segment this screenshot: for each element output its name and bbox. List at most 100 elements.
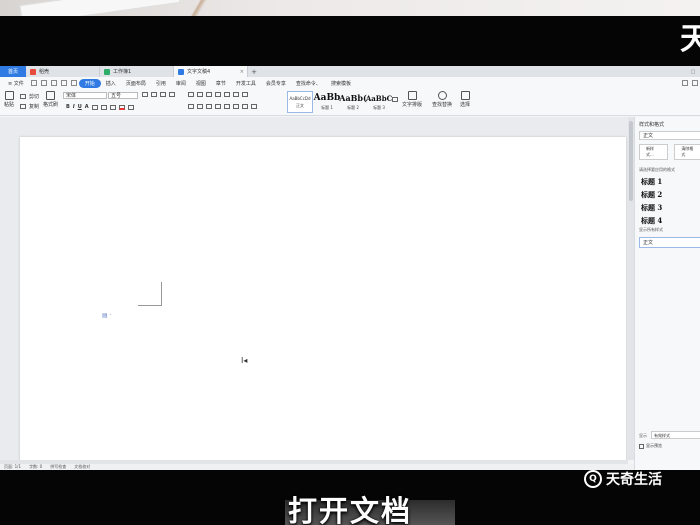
style-label: 标题 1 — [321, 105, 333, 110]
show-filter-select[interactable]: 有效样式 — [651, 431, 700, 439]
subscript-icon[interactable] — [100, 104, 107, 110]
copy-label: 复制 — [29, 104, 40, 110]
highlight-icon[interactable] — [109, 104, 116, 110]
tab-label: 文字文稿4 — [187, 69, 211, 75]
align-right-icon[interactable] — [206, 104, 212, 109]
font-size-select[interactable]: 五号 — [108, 92, 138, 99]
phonetic-icon[interactable] — [169, 92, 175, 97]
strikethrough-button[interactable]: A — [85, 104, 89, 110]
style-label: 标题 3 — [373, 104, 385, 110]
underline-button[interactable]: U — [78, 104, 82, 110]
style-item-normal[interactable]: 正文 — [639, 237, 700, 248]
increase-indent-icon[interactable] — [215, 92, 221, 97]
share-icon[interactable] — [692, 80, 698, 86]
ribbon-home: 粘贴 剪切 复制 格式刷 宋体 五号 B I U A AaBbCcDd 正文 A… — [0, 89, 700, 116]
style-preview: AaBb — [313, 93, 341, 103]
shading-icon[interactable] — [242, 104, 248, 109]
open-icon[interactable] — [40, 80, 47, 86]
menu-sections[interactable]: 章节 — [211, 80, 231, 87]
shrink-font-icon[interactable] — [151, 92, 157, 97]
style-preview: AaBbCcDd — [289, 95, 311, 101]
chinese-layout-icon[interactable] — [224, 92, 230, 97]
menu-file[interactable]: ≡ 文件 — [3, 80, 29, 87]
tab-docer[interactable]: 稻壳 — [26, 66, 100, 77]
style-label: 正文 — [296, 102, 304, 108]
clear-format-button[interactable]: 清除格式 — [674, 144, 700, 160]
bold-button[interactable]: B — [66, 104, 70, 110]
menu-view[interactable]: 视图 — [191, 80, 211, 87]
close-icon[interactable]: × — [240, 69, 244, 75]
current-style-field[interactable]: 正文 — [639, 131, 700, 140]
menu-page-layout[interactable]: 页面布局 — [121, 80, 151, 87]
letterbox-top — [0, 16, 700, 66]
menu-insert[interactable]: 插入 — [101, 80, 121, 87]
style-item-heading-2[interactable]: 标题 2 — [641, 190, 662, 200]
tab-workbook[interactable]: 工作簿1 — [100, 66, 174, 77]
superscript-icon[interactable] — [91, 104, 98, 110]
watermark-logo-icon: Q — [584, 470, 602, 488]
show-preview-toggle[interactable]: 显示预览 — [639, 443, 662, 449]
style-heading-3[interactable]: AaBbC 标题 3 — [366, 91, 392, 113]
clear-format-icon[interactable] — [160, 92, 166, 97]
style-item-heading-3[interactable]: 标题 3 — [641, 203, 662, 213]
paragraph-row-1 — [188, 92, 248, 97]
distributed-icon[interactable] — [224, 104, 230, 109]
margin-corner-mark — [138, 282, 162, 306]
decrease-indent-icon[interactable] — [206, 92, 212, 97]
show-marks-icon[interactable] — [242, 92, 248, 97]
font-color-icon[interactable] — [118, 104, 125, 110]
style-heading-1[interactable]: AaBb 标题 1 — [313, 91, 341, 113]
pointer-icon — [460, 91, 470, 100]
new-tab-button[interactable]: + — [248, 66, 260, 77]
find-replace-button[interactable]: 查找替换 — [432, 91, 452, 108]
paragraph-marker-icon: ▤ · — [102, 312, 112, 319]
bullets-icon[interactable] — [188, 92, 194, 97]
menu-developer[interactable]: 开发工具 — [231, 80, 261, 87]
new-style-button[interactable]: 新样式... — [639, 144, 669, 160]
redo-icon[interactable] — [70, 80, 77, 86]
style-label: 标题 2 — [347, 105, 359, 110]
sync-icon[interactable] — [682, 80, 688, 86]
grow-font-icon[interactable] — [142, 92, 148, 97]
copy-button[interactable]: 复制 — [20, 103, 39, 110]
styles-more-button[interactable] — [392, 97, 398, 102]
borders-icon[interactable] — [251, 104, 257, 109]
scroll-thumb[interactable] — [629, 121, 633, 201]
numbering-icon[interactable] — [197, 92, 203, 97]
align-center-icon[interactable] — [197, 104, 203, 109]
document-icon — [178, 68, 184, 75]
text-layout-button[interactable]: 文字排版 — [402, 91, 422, 108]
format-painter-button[interactable]: 格式刷 — [43, 91, 58, 108]
justify-icon[interactable] — [215, 104, 221, 109]
line-spacing-icon[interactable] — [233, 104, 239, 109]
style-normal[interactable]: AaBbCcDd 正文 — [287, 91, 313, 113]
print-icon[interactable] — [50, 80, 57, 86]
document-page[interactable]: ▤ · I◂ — [20, 137, 626, 467]
checkbox-icon — [639, 443, 644, 449]
text-layout-label: 文字排版 — [402, 102, 423, 108]
style-heading-2[interactable]: AaBb( 标题 2 — [339, 91, 367, 113]
char-border-icon[interactable] — [127, 104, 134, 110]
desk-streak — [180, 0, 220, 16]
style-item-heading-4[interactable]: 标题 4 — [641, 216, 662, 226]
tab-document[interactable]: 文字文稿4 × — [174, 66, 248, 77]
cut-button[interactable]: 剪切 — [20, 93, 39, 100]
docer-icon — [30, 68, 36, 75]
save-icon[interactable] — [30, 80, 37, 86]
menu-review[interactable]: 审阅 — [171, 80, 191, 87]
menu-member[interactable]: 会员专享 — [261, 80, 291, 87]
align-left-icon[interactable] — [188, 104, 194, 109]
tab-home[interactable]: 首页 — [0, 66, 26, 77]
italic-button[interactable]: I — [73, 104, 75, 110]
template-search[interactable]: 搜索模板 — [326, 80, 356, 87]
menu-home[interactable]: 开始 — [78, 78, 101, 88]
command-search[interactable]: 查找命令、 — [291, 80, 326, 87]
menu-references[interactable]: 引用 — [151, 80, 171, 87]
window-menu-icon[interactable]: ▢ — [686, 66, 700, 77]
paste-button[interactable]: 粘贴 — [4, 91, 14, 108]
select-button[interactable]: 选择 — [460, 91, 470, 108]
sort-icon[interactable] — [233, 92, 239, 97]
font-name-select[interactable]: 宋体 — [63, 92, 107, 99]
undo-icon[interactable] — [60, 80, 67, 86]
style-item-heading-1[interactable]: 标题 1 — [641, 177, 662, 187]
